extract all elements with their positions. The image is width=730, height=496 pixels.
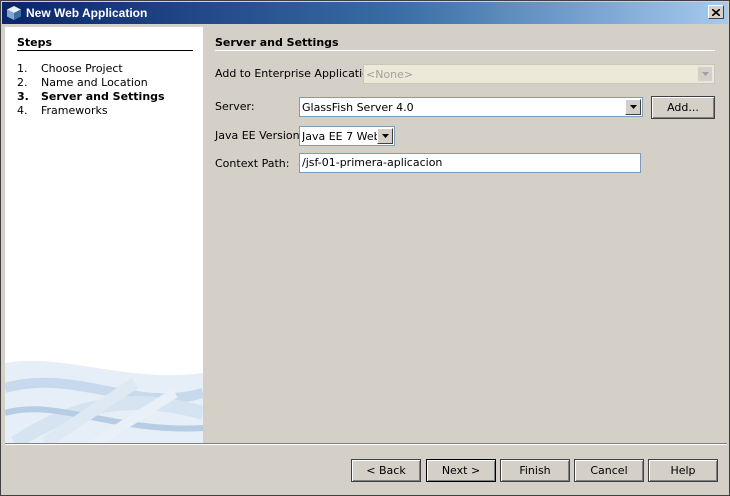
step-label: Name and Location [41,76,148,89]
panel-title: Server and Settings [215,36,339,49]
panel-divider [215,50,715,51]
java-ee-version-value: Java EE 7 Web [302,129,377,143]
step-item-frameworks: 4. Frameworks [17,104,165,118]
enterprise-app-value: <None> [366,67,414,81]
server-label: Server: [215,100,255,113]
title-bar[interactable]: New Web Application [2,2,728,24]
java-ee-version-label: Java EE Version: [215,129,304,142]
step-number: 2. [17,76,28,89]
cancel-button[interactable]: Cancel [574,459,644,482]
step-label: Server and Settings [41,90,165,103]
help-button[interactable]: Help [648,459,718,482]
next-button[interactable]: Next > [426,459,496,482]
add-server-button[interactable]: Add... [651,96,715,119]
finish-button[interactable]: Finish [500,459,570,482]
enterprise-app-label: Add to Enterprise Application: [215,67,380,80]
step-item-server-settings: 3. Server and Settings [17,90,165,104]
close-icon [712,8,720,16]
context-path-label: Context Path: [215,157,290,170]
steps-divider [17,50,193,51]
server-combo[interactable]: GlassFish Server 4.0 [299,97,643,117]
server-value: GlassFish Server 4.0 [302,100,414,114]
decorative-swoosh-art [5,360,203,443]
step-label: Frameworks [41,104,108,117]
steps-panel: Steps 1. Choose Project 2. Name and Loca… [5,27,203,443]
footer-divider [5,443,727,445]
dialog-window: New Web Application Steps 1. Choose Proj… [0,0,730,496]
close-button[interactable] [708,5,724,19]
step-item-choose-project: 1. Choose Project [17,62,165,76]
step-number: 1. [17,62,28,75]
dropdown-arrow-icon[interactable] [625,99,641,115]
steps-list: 1. Choose Project 2. Name and Location 3… [17,62,165,118]
java-ee-version-combo[interactable]: Java EE 7 Web [299,126,395,146]
settings-panel: Server and Settings Add to Enterprise Ap… [203,27,727,443]
step-item-name-location: 2. Name and Location [17,76,165,90]
dropdown-arrow-icon [697,66,713,82]
back-button[interactable]: < Back [351,459,421,482]
step-number: 4. [17,104,28,117]
window-title: New Web Application [26,6,148,20]
steps-title: Steps [17,36,53,49]
dropdown-arrow-icon[interactable] [377,128,393,144]
step-number: 3. [17,90,29,103]
enterprise-app-combo: <None> [363,64,715,84]
context-path-input[interactable]: /jsf-01-primera-aplicacion [299,153,641,173]
netbeans-cube-icon [7,6,21,20]
step-label: Choose Project [41,62,123,75]
